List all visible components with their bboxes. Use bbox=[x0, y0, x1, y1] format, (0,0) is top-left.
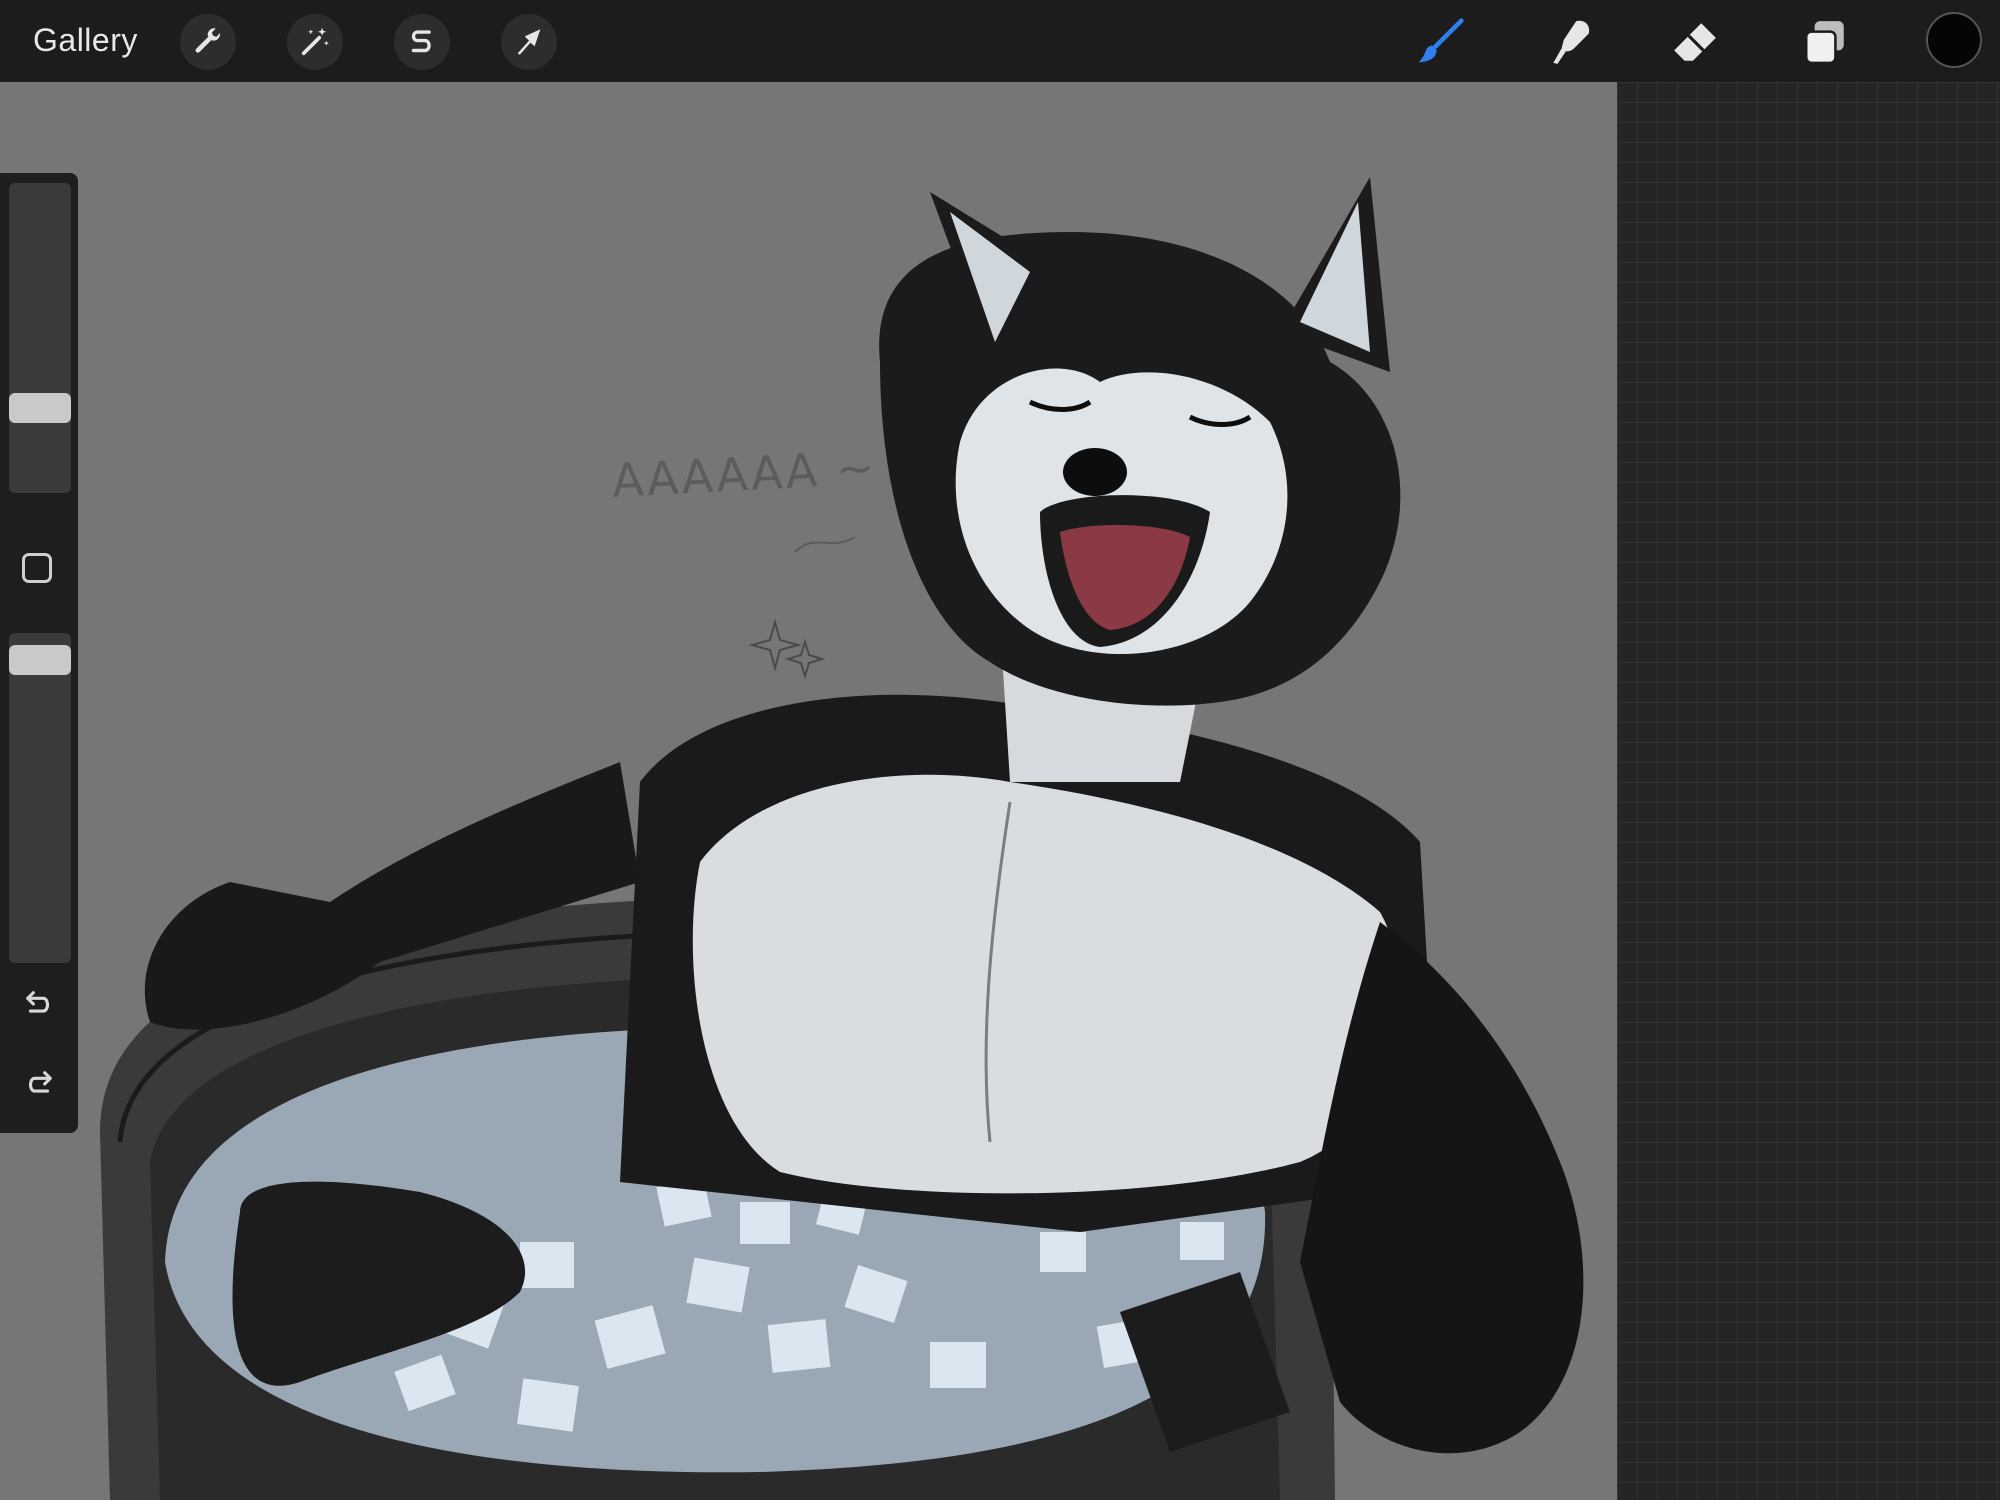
canvas-grid-area bbox=[1617, 82, 2000, 1500]
top-toolbar: Gallery bbox=[0, 0, 2000, 82]
redo-icon bbox=[28, 1071, 52, 1093]
undo-icon bbox=[26, 991, 50, 1013]
eraser-icon bbox=[1674, 23, 1716, 61]
opacity-slider[interactable] bbox=[9, 633, 71, 963]
arrow-cursor-icon bbox=[517, 29, 541, 55]
redo-button[interactable] bbox=[18, 1063, 60, 1105]
smudge-finger-icon bbox=[1553, 20, 1590, 64]
brush-icon bbox=[1418, 18, 1464, 63]
opacity-thumb[interactable] bbox=[9, 645, 71, 675]
actions-button[interactable] bbox=[180, 14, 236, 70]
brush-tool-button[interactable] bbox=[1410, 12, 1470, 72]
magic-wand-icon bbox=[301, 27, 329, 56]
eraser-tool-button[interactable] bbox=[1665, 12, 1725, 72]
layers-button[interactable] bbox=[1795, 12, 1855, 72]
transform-button[interactable] bbox=[501, 14, 557, 70]
selection-s-icon bbox=[411, 30, 431, 53]
left-sidebar bbox=[0, 173, 78, 1133]
wrench-icon bbox=[195, 28, 221, 53]
brush-size-thumb[interactable] bbox=[9, 393, 71, 423]
undo-button[interactable] bbox=[18, 983, 60, 1025]
layers-icon bbox=[1805, 21, 1844, 65]
selection-button[interactable] bbox=[394, 14, 450, 70]
drawing-canvas[interactable]: AAAAAA ~ bbox=[0, 82, 1617, 1500]
color-picker-button[interactable] bbox=[1926, 12, 1982, 68]
gallery-button[interactable]: Gallery bbox=[33, 18, 138, 62]
artwork-illustration bbox=[100, 177, 1584, 1500]
adjustments-button[interactable] bbox=[287, 14, 343, 70]
smudge-tool-button[interactable] bbox=[1540, 12, 1600, 72]
brush-size-slider[interactable] bbox=[9, 183, 71, 493]
modify-square-icon[interactable] bbox=[22, 553, 52, 583]
